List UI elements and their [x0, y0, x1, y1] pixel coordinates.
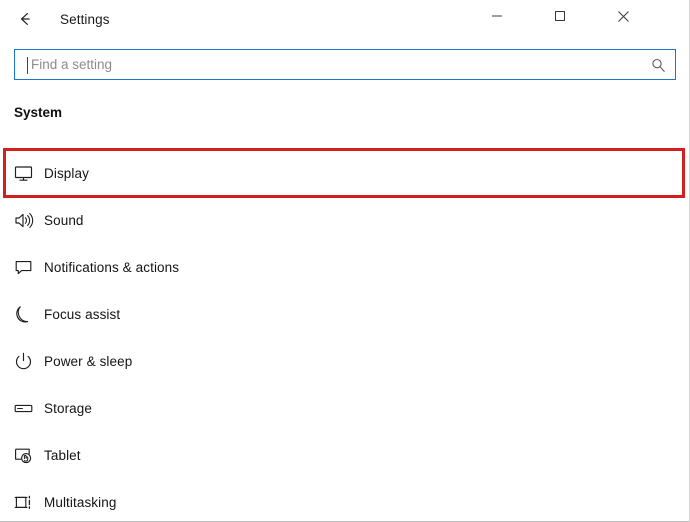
power-icon [12, 351, 34, 373]
settings-window: Settings Find a set [0, 0, 690, 522]
close-icon [617, 10, 630, 23]
search-input[interactable]: Find a setting [14, 49, 676, 80]
tablet-touch-icon [12, 445, 34, 467]
settings-list: Display Sound Notifications & actions [0, 150, 690, 522]
list-item-label: Tablet [44, 448, 81, 463]
minimize-icon [491, 10, 503, 22]
list-item-notifications-and-actions[interactable]: Notifications & actions [0, 244, 690, 291]
list-item-storage[interactable]: Storage [0, 385, 690, 432]
list-item-label: Storage [44, 401, 92, 416]
multitasking-icon [12, 492, 34, 514]
list-item-label: Sound [44, 213, 84, 228]
monitor-icon [12, 163, 34, 185]
list-item-label: Focus assist [44, 307, 120, 322]
maximize-icon [554, 10, 566, 22]
back-arrow-icon [15, 9, 35, 29]
list-item-power-and-sleep[interactable]: Power & sleep [0, 338, 690, 385]
search-icon[interactable] [649, 56, 667, 74]
title-bar: Settings [0, 0, 690, 40]
list-item-label: Display [44, 166, 89, 181]
list-item-tablet[interactable]: Tablet [0, 432, 690, 479]
list-item-multitasking[interactable]: Multitasking [0, 479, 690, 522]
list-item-sound[interactable]: Sound [0, 197, 690, 244]
list-item-label: Multitasking [44, 495, 116, 510]
list-item-display[interactable]: Display [0, 150, 690, 197]
list-item-label: Power & sleep [44, 354, 132, 369]
list-item-focus-assist[interactable]: Focus assist [0, 291, 690, 338]
drive-icon [12, 398, 34, 420]
speaker-icon [12, 210, 34, 232]
crescent-moon-icon [12, 304, 34, 326]
list-item-label: Notifications & actions [44, 260, 179, 275]
text-caret [27, 57, 28, 74]
search-placeholder: Find a setting [31, 50, 112, 79]
minimize-button[interactable] [474, 0, 520, 32]
window-title: Settings [60, 0, 110, 40]
close-button[interactable] [600, 0, 646, 32]
section-header-system: System [14, 105, 62, 120]
back-button[interactable] [10, 4, 40, 34]
speech-bubble-icon [12, 257, 34, 279]
maximize-button[interactable] [537, 0, 583, 32]
